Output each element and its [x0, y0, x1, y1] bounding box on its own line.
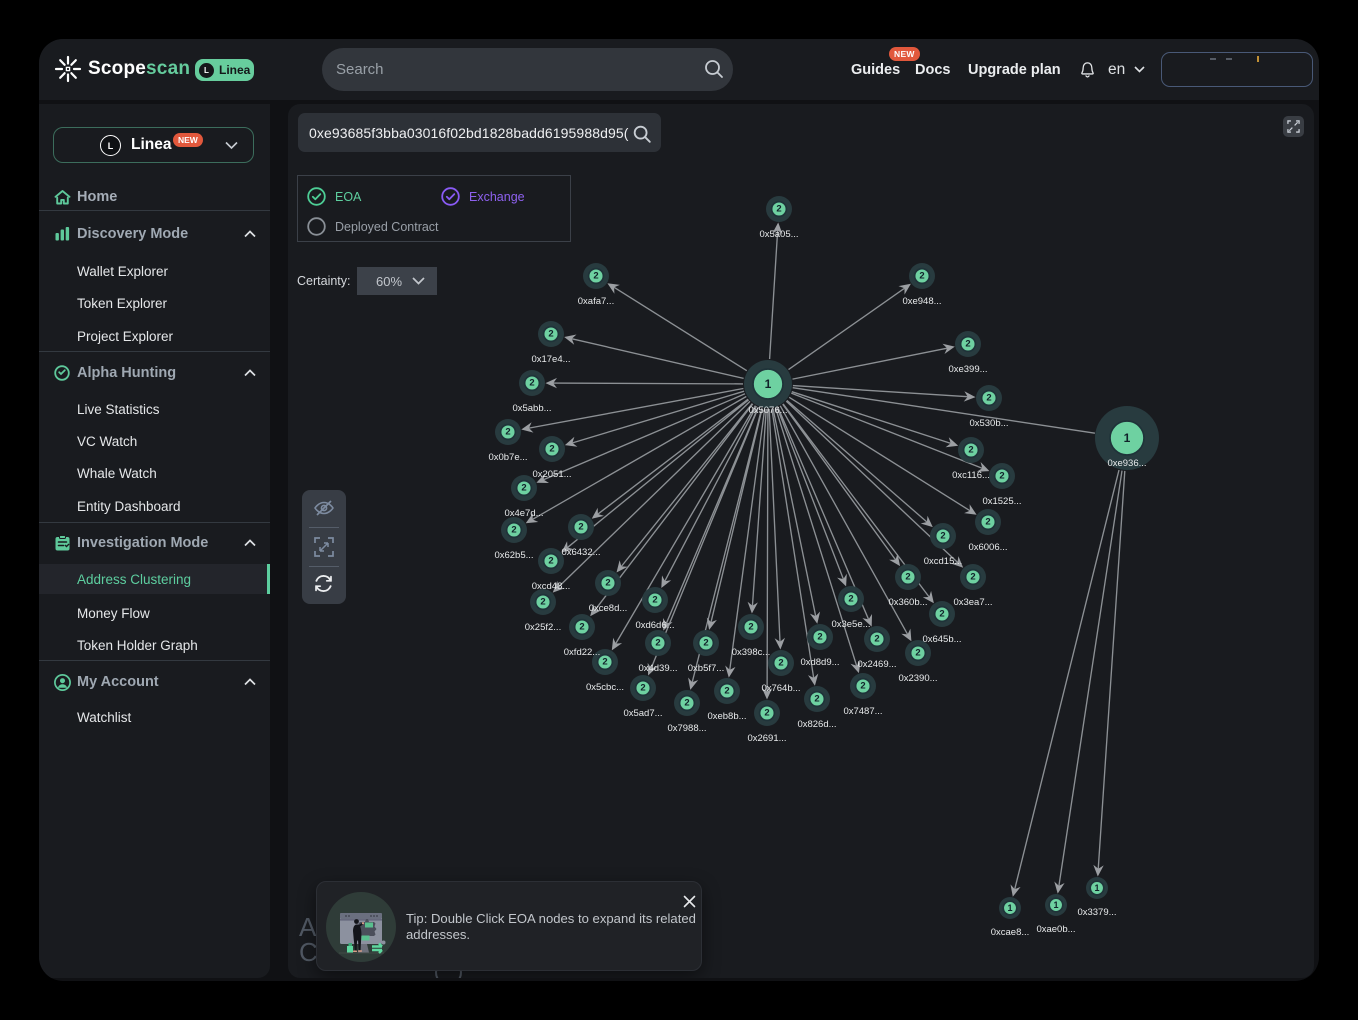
svg-text:0x2390...: 0x2390... [898, 673, 937, 684]
svg-text:2: 2 [602, 657, 607, 668]
svg-text:1: 1 [1007, 903, 1012, 913]
svg-text:0x5a05...: 0x5a05... [759, 229, 798, 240]
svg-text:2: 2 [817, 632, 822, 643]
svg-text:2: 2 [814, 694, 819, 705]
svg-text:0xcd15...: 0xcd15... [924, 556, 963, 567]
svg-text:0xb5f7...: 0xb5f7... [688, 663, 724, 674]
svg-text:2: 2 [724, 686, 729, 697]
svg-text:2: 2 [549, 444, 554, 455]
svg-text:2: 2 [919, 271, 924, 282]
svg-text:2: 2 [703, 638, 708, 649]
svg-text:2: 2 [521, 483, 526, 494]
svg-text:0x6432...: 0x6432... [561, 547, 600, 558]
svg-text:0xc116...: 0xc116... [952, 470, 990, 481]
svg-text:2: 2 [593, 271, 598, 282]
svg-text:2: 2 [860, 681, 865, 692]
svg-text:0x0b7e...: 0x0b7e... [488, 452, 527, 463]
svg-text:2: 2 [968, 445, 973, 456]
svg-text:2: 2 [970, 572, 975, 583]
svg-text:0x2051...: 0x2051... [532, 469, 571, 480]
svg-text:0x764b...: 0x764b... [761, 683, 800, 694]
svg-text:2: 2 [655, 638, 660, 649]
svg-text:2: 2 [776, 204, 781, 215]
svg-text:2: 2 [505, 427, 510, 438]
svg-text:0x4d39...: 0x4d39... [638, 663, 677, 674]
svg-text:2: 2 [640, 683, 645, 694]
svg-text:0xafa7...: 0xafa7... [578, 296, 614, 307]
svg-text:0xae0b...: 0xae0b... [1036, 924, 1075, 935]
svg-text:0xd6d6...: 0xd6d6... [635, 620, 674, 631]
svg-text:2: 2 [540, 597, 545, 608]
svg-text:0x7487...: 0x7487... [843, 706, 882, 717]
svg-text:0x5076...: 0x5076... [748, 405, 787, 416]
svg-text:2: 2 [778, 658, 783, 669]
svg-text:0x3379...: 0x3379... [1077, 907, 1116, 918]
svg-text:0x2691...: 0x2691... [747, 733, 786, 744]
svg-text:2: 2 [939, 609, 944, 620]
svg-text:2: 2 [578, 522, 583, 533]
svg-text:0xe948...: 0xe948... [902, 296, 941, 307]
svg-text:2: 2 [579, 622, 584, 633]
svg-text:2: 2 [548, 329, 553, 340]
svg-text:1: 1 [1124, 431, 1131, 445]
svg-text:0x5ad7...: 0x5ad7... [623, 708, 662, 719]
svg-text:1: 1 [1094, 883, 1099, 893]
svg-text:2: 2 [940, 531, 945, 542]
svg-text:0xcae8...: 0xcae8... [991, 927, 1030, 938]
svg-text:2: 2 [915, 648, 920, 659]
svg-text:0x17e4...: 0x17e4... [531, 354, 570, 365]
svg-text:2: 2 [764, 708, 769, 719]
svg-text:2: 2 [529, 378, 534, 389]
svg-text:0x4e7d...: 0x4e7d... [504, 508, 543, 519]
svg-text:2: 2 [905, 572, 910, 583]
svg-text:0xfd22...: 0xfd22... [564, 647, 600, 658]
svg-text:0x6006...: 0x6006... [968, 542, 1007, 553]
svg-text:2: 2 [652, 595, 657, 606]
svg-text:0x398c...: 0x398c... [732, 647, 771, 658]
svg-text:0xce8d...: 0xce8d... [589, 603, 628, 614]
svg-text:0xd8d9...: 0xd8d9... [800, 657, 839, 668]
svg-text:2: 2 [511, 525, 516, 536]
svg-text:2: 2 [985, 517, 990, 528]
svg-text:1: 1 [765, 377, 772, 391]
svg-text:1: 1 [1053, 900, 1058, 910]
svg-text:2: 2 [605, 578, 610, 589]
svg-text:2: 2 [999, 471, 1004, 482]
svg-text:0xe399...: 0xe399... [948, 364, 987, 375]
svg-text:2: 2 [848, 594, 853, 605]
svg-text:0xcd48...: 0xcd48... [532, 581, 571, 592]
svg-text:2: 2 [684, 698, 689, 709]
svg-text:0xeb8b...: 0xeb8b... [707, 711, 746, 722]
svg-text:0x7988...: 0x7988... [667, 723, 706, 734]
svg-text:0x5cbc...: 0x5cbc... [586, 682, 624, 693]
svg-text:0x1525...: 0x1525... [982, 496, 1021, 507]
svg-text:0xe936...: 0xe936... [1107, 458, 1146, 469]
svg-text:2: 2 [874, 634, 879, 645]
svg-text:0x2469...: 0x2469... [857, 659, 896, 670]
svg-text:2: 2 [965, 339, 970, 350]
svg-text:2: 2 [548, 556, 553, 567]
svg-text:2: 2 [748, 622, 753, 633]
svg-text:0x826d...: 0x826d... [797, 719, 836, 730]
svg-text:0x645b...: 0x645b... [922, 634, 961, 645]
svg-text:0x25f2...: 0x25f2... [525, 622, 561, 633]
svg-text:0x62b5...: 0x62b5... [494, 550, 533, 561]
svg-text:0x530b...: 0x530b... [969, 418, 1008, 429]
svg-text:0x5abb...: 0x5abb... [512, 403, 551, 414]
svg-text:0x3ea7...: 0x3ea7... [953, 597, 992, 608]
svg-text:0x360b...: 0x360b... [888, 597, 927, 608]
svg-text:2: 2 [986, 393, 991, 404]
svg-text:0x3e5e...: 0x3e5e... [831, 619, 870, 630]
